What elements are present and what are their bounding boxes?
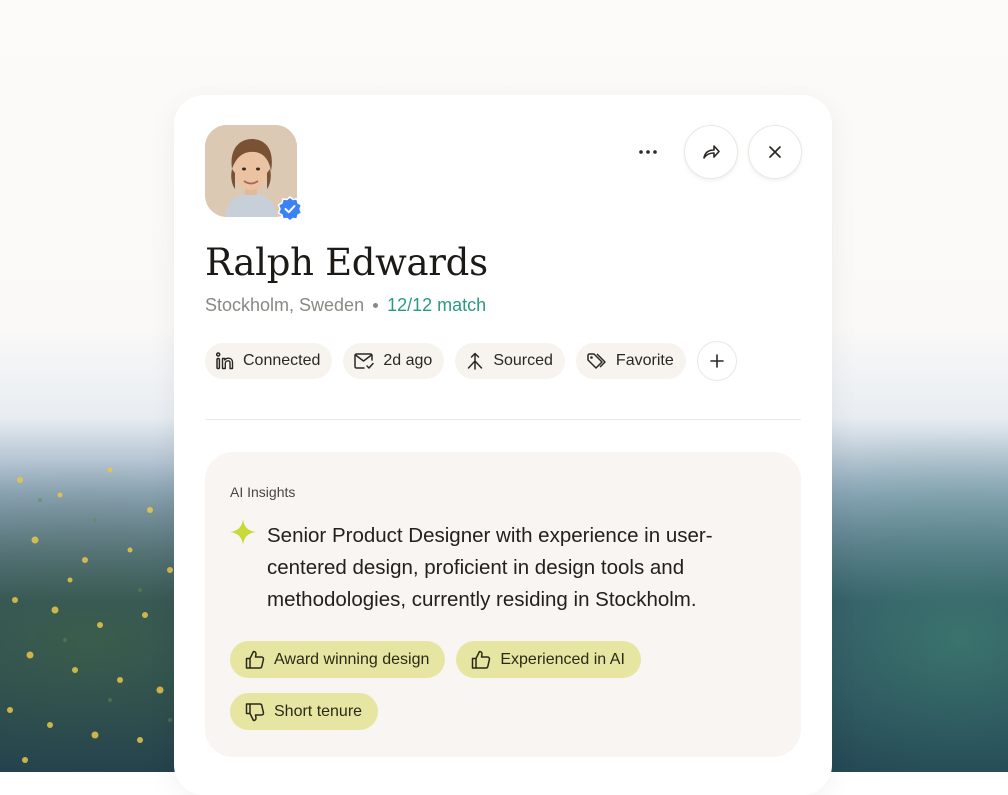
chip-label: Connected bbox=[243, 352, 320, 370]
add-tag-button[interactable] bbox=[697, 341, 737, 381]
flower-field-decoration bbox=[0, 440, 200, 772]
chip-favorite[interactable]: Favorite bbox=[576, 343, 686, 379]
tag-short-tenure[interactable]: Short tenure bbox=[230, 693, 378, 730]
status-chips: Connected 2d ago Sourced Favorite bbox=[205, 341, 737, 381]
merge-arrow-icon bbox=[465, 351, 485, 371]
thumbs-up-icon bbox=[244, 649, 266, 671]
tag-label: Experienced in AI bbox=[500, 651, 625, 669]
chip-label: Sourced bbox=[493, 352, 553, 370]
sparkle-icon bbox=[229, 518, 257, 546]
candidate-profile-card: Ralph Edwards Stockholm, Sweden 12/12 ma… bbox=[174, 95, 832, 795]
chip-connected[interactable]: Connected bbox=[205, 343, 332, 379]
tag-label: Short tenure bbox=[274, 703, 362, 721]
chip-sourced[interactable]: Sourced bbox=[455, 343, 565, 379]
chip-label: 2d ago bbox=[383, 352, 432, 370]
linkedin-icon bbox=[215, 351, 235, 371]
card-actions bbox=[622, 125, 802, 179]
share-button[interactable] bbox=[684, 125, 738, 179]
more-options-button[interactable] bbox=[622, 126, 674, 178]
chip-label: Favorite bbox=[616, 352, 674, 370]
more-horizontal-icon bbox=[638, 149, 658, 155]
close-icon bbox=[767, 144, 783, 160]
chip-last-contact[interactable]: 2d ago bbox=[343, 343, 444, 379]
ai-tags: Award winning design Experienced in AI S… bbox=[230, 641, 790, 730]
divider bbox=[205, 419, 801, 420]
mail-icon bbox=[353, 351, 375, 371]
thumbs-down-icon bbox=[244, 701, 266, 723]
match-score: 12/12 match bbox=[387, 295, 486, 316]
plus-icon bbox=[709, 353, 725, 369]
candidate-location: Stockholm, Sweden bbox=[205, 295, 364, 316]
ai-insights-panel: AI Insights Senior Product Designer with… bbox=[205, 452, 801, 757]
tag-icon bbox=[586, 351, 608, 371]
share-forward-icon bbox=[701, 142, 721, 162]
tag-label: Award winning design bbox=[274, 651, 429, 669]
close-button[interactable] bbox=[748, 125, 802, 179]
ai-summary-text: Senior Product Designer with experience … bbox=[267, 520, 767, 616]
tag-award-winning-design[interactable]: Award winning design bbox=[230, 641, 445, 678]
separator-dot bbox=[373, 303, 378, 308]
candidate-meta: Stockholm, Sweden 12/12 match bbox=[205, 295, 486, 316]
tag-experienced-in-ai[interactable]: Experienced in AI bbox=[456, 641, 641, 678]
verified-badge-icon bbox=[277, 196, 303, 222]
candidate-name: Ralph Edwards bbox=[205, 241, 488, 284]
thumbs-up-icon bbox=[470, 649, 492, 671]
ai-insights-label: AI Insights bbox=[230, 484, 295, 500]
